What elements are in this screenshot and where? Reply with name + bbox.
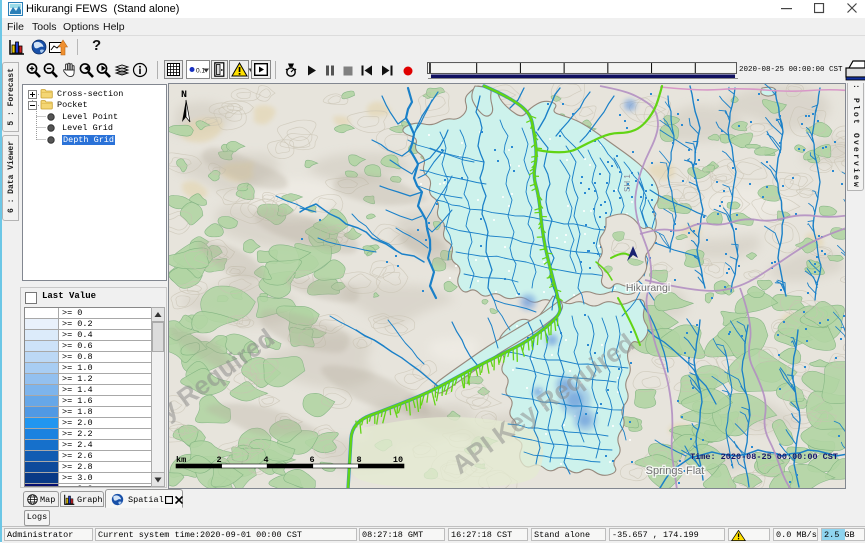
svg-text:2: 2 (216, 455, 221, 465)
svg-text:Time: 2020-08-25 00:00:00 CST: Time: 2020-08-25 00:00:00 CST (690, 452, 838, 462)
svg-text:km: km (176, 455, 186, 465)
svg-text:Hikurangi: Hikurangi (626, 282, 670, 294)
svg-text:N: N (181, 90, 187, 101)
svg-text:4: 4 (263, 455, 268, 465)
svg-text:10: 10 (393, 455, 403, 465)
svg-text:8: 8 (356, 455, 361, 465)
svg-text:Springs Flat: Springs Flat (646, 465, 705, 477)
svg-text:SH 1: SH 1 (623, 174, 632, 192)
svg-text:6: 6 (309, 455, 314, 465)
